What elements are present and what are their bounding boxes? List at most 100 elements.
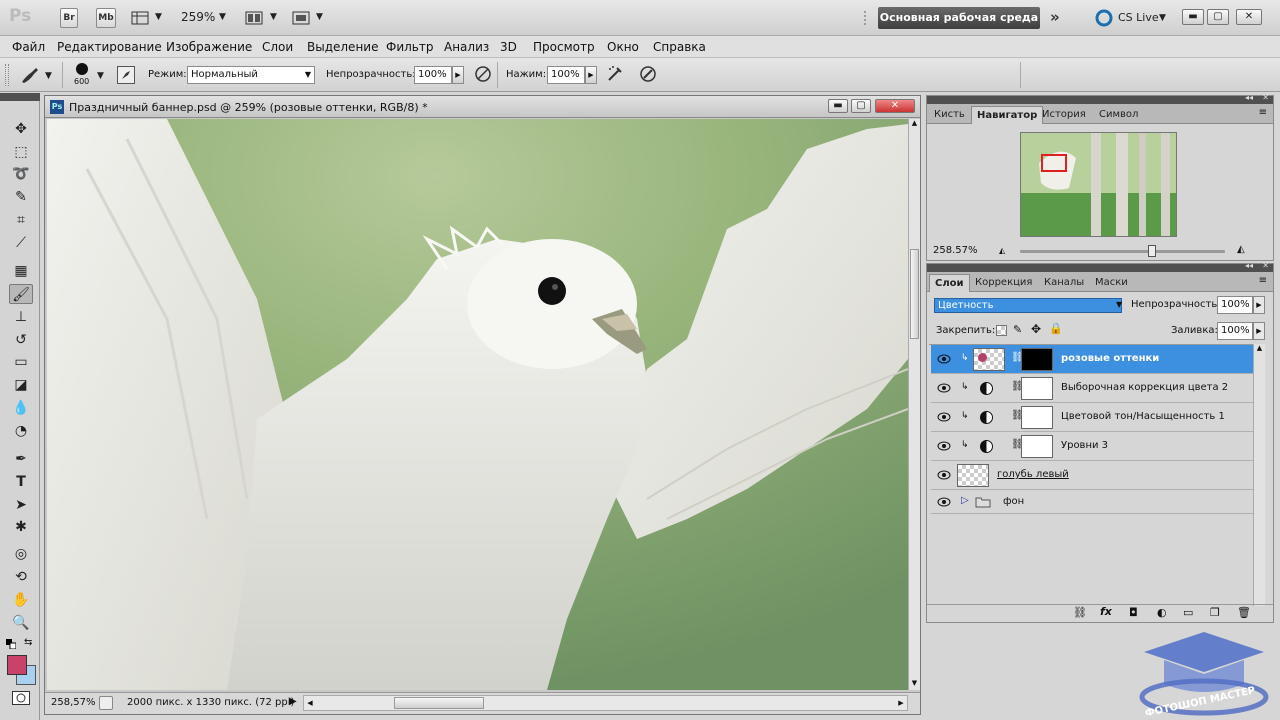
more-workspaces-icon[interactable]: » (1050, 8, 1060, 26)
panel-menu-icon[interactable]: ≡ (1259, 275, 1267, 286)
menu-file[interactable]: Файл (12, 40, 45, 54)
layer-row-background-group[interactable]: ▷ фон (931, 490, 1257, 514)
crop-tool-icon[interactable]: ⌗ (9, 210, 33, 230)
brush-tool-icon[interactable] (18, 64, 42, 86)
zoom-tool-icon[interactable]: 🔍 (9, 613, 33, 633)
new-layer-icon[interactable]: ❐ (1210, 606, 1220, 619)
menu-help[interactable]: Справка (653, 40, 706, 54)
paint-bucket-tool-icon[interactable]: ◪ (9, 375, 33, 395)
chevron-down-icon[interactable]: ▼ (45, 71, 52, 81)
new-group-icon[interactable]: ▭ (1183, 606, 1193, 619)
menu-select[interactable]: Выделение (307, 40, 378, 54)
3d-rotate-tool-icon[interactable]: ◎ (9, 544, 33, 564)
close-app-button[interactable]: ✕ (1236, 9, 1262, 25)
menu-layers[interactable]: Слои (262, 40, 293, 54)
panel-menu-icon[interactable]: ≡ (1259, 107, 1267, 118)
pen-tool-icon[interactable]: ✒ (9, 449, 33, 469)
scroll-up-icon[interactable]: ▲ (909, 119, 920, 129)
brush-panel-icon[interactable] (117, 66, 135, 84)
eye-icon[interactable] (937, 411, 951, 423)
chevron-down-icon[interactable]: ▼ (97, 71, 104, 81)
minimize-app-button[interactable]: ▬ (1182, 9, 1204, 25)
lock-all-icon[interactable]: 🔒 (1049, 322, 1063, 336)
layer-mask-thumbnail[interactable] (1021, 348, 1053, 371)
chevron-down-icon[interactable]: ▼ (316, 12, 323, 22)
mode-select[interactable]: Нормальный ▼ (187, 66, 315, 84)
status-menu-icon[interactable]: ▶ (289, 696, 297, 707)
pressure-opacity-icon[interactable] (473, 64, 493, 84)
status-info-icon[interactable] (99, 696, 113, 710)
new-adjustment-icon[interactable]: ◐ (1157, 606, 1167, 619)
mini-bridge-button[interactable]: Mb (96, 8, 116, 28)
scrollbar-thumb[interactable] (394, 697, 484, 709)
opacity-field[interactable]: 100% (414, 66, 452, 84)
airbrush-icon[interactable] (605, 64, 625, 84)
layer-row-dove-left[interactable]: голубь левый (931, 461, 1257, 490)
scrollbar-thumb[interactable] (910, 249, 919, 339)
navigator-thumbnail[interactable] (1020, 132, 1177, 237)
workspace-button[interactable]: Основная рабочая среда (878, 7, 1040, 29)
arrange-documents-icon[interactable] (245, 9, 263, 27)
zoom-out-icon[interactable]: ◭ (999, 246, 1011, 256)
collapse-icon[interactable]: ◂◂ (1245, 261, 1253, 270)
restore-doc-button[interactable]: ▢ (851, 99, 871, 113)
image-canvas[interactable] (47, 119, 908, 690)
add-mask-icon[interactable]: ◘ (1129, 606, 1138, 619)
zoom-level[interactable]: 259% (181, 10, 215, 24)
chevron-down-icon[interactable]: ▼ (219, 12, 226, 22)
healing-brush-tool-icon[interactable]: ▦ (9, 261, 33, 281)
scroll-up-icon[interactable]: ▲ (1254, 344, 1265, 352)
layer-row-levels[interactable]: ↳ ⛓ Уровни 3 (931, 432, 1257, 461)
layers-scrollbar[interactable]: ▲ (1253, 344, 1265, 606)
swap-colors-icon[interactable]: ⇆ (24, 637, 36, 649)
layer-opacity-field[interactable]: 100% (1217, 296, 1253, 314)
cs-live-icon[interactable] (1095, 9, 1113, 27)
zoom-slider-handle[interactable] (1148, 245, 1156, 257)
zoom-slider-track[interactable] (1020, 250, 1225, 253)
layer-mask-thumbnail[interactable] (1021, 435, 1053, 458)
blend-mode-select[interactable]: Цветность (934, 298, 1122, 313)
link-layers-icon[interactable]: ⛓ (1073, 606, 1087, 619)
tab-masks[interactable]: Маски (1090, 274, 1133, 292)
brush-tool-icon[interactable]: 🖌 (9, 284, 33, 304)
menu-image[interactable]: Изображение (166, 40, 252, 54)
layer-mask-thumbnail[interactable] (1021, 377, 1053, 400)
extras-icon[interactable] (131, 9, 149, 27)
lock-position-icon[interactable]: ✥ (1031, 322, 1045, 336)
document-tab[interactable]: Ps Праздничный баннер.psd @ 259% (розовы… (45, 96, 920, 118)
restore-app-button[interactable]: ▢ (1207, 9, 1229, 25)
eye-icon[interactable] (937, 382, 951, 394)
collapse-icon[interactable]: ◂◂ (1245, 93, 1253, 102)
fx-icon[interactable]: fx (1100, 605, 1112, 618)
chevron-down-icon[interactable]: ▼ (1159, 13, 1166, 23)
menu-view[interactable]: Просмотр (533, 40, 595, 54)
eye-icon[interactable] (937, 496, 951, 508)
quick-selection-tool-icon[interactable]: ✎ (9, 187, 33, 207)
status-zoom[interactable]: 258,57% (51, 697, 96, 708)
tab-character[interactable]: Символ (1094, 106, 1143, 124)
menu-window[interactable]: Окно (607, 40, 639, 54)
delete-layer-icon[interactable]: 🗑 (1237, 606, 1251, 619)
shape-tool-icon[interactable]: ✱ (9, 517, 33, 537)
navigator-zoom-value[interactable]: 258.57% (933, 245, 978, 256)
lock-transparency-icon[interactable] (996, 325, 1007, 336)
history-brush-tool-icon[interactable]: ↺ (9, 330, 33, 350)
scroll-down-icon[interactable]: ▼ (909, 679, 920, 689)
eye-icon[interactable] (937, 469, 951, 481)
close-panel-icon[interactable]: ✕ (1262, 93, 1269, 102)
move-tool-icon[interactable]: ✥ (9, 119, 33, 139)
hand-tool-icon[interactable]: ✋ (9, 590, 33, 610)
horizontal-scrollbar[interactable]: ◀ ▶ (303, 695, 908, 711)
opacity-slider-toggle[interactable]: ▶ (1253, 296, 1265, 314)
close-doc-button[interactable]: ✕ (875, 99, 915, 113)
clone-stamp-tool-icon[interactable]: ⊥ (9, 307, 33, 327)
menu-analysis[interactable]: Анализ (444, 40, 489, 54)
dodge-tool-icon[interactable]: ◔ (9, 421, 33, 441)
cs-live-label[interactable]: CS Live (1118, 11, 1159, 24)
chevron-down-icon[interactable]: ▼ (270, 12, 277, 22)
fill-field[interactable]: 100% (1217, 322, 1253, 340)
close-panel-icon[interactable]: ✕ (1262, 261, 1269, 270)
blur-tool-icon[interactable]: 💧 (9, 398, 33, 418)
bridge-button[interactable]: Br (60, 8, 78, 28)
chevron-down-icon[interactable]: ▼ (1116, 300, 1122, 309)
